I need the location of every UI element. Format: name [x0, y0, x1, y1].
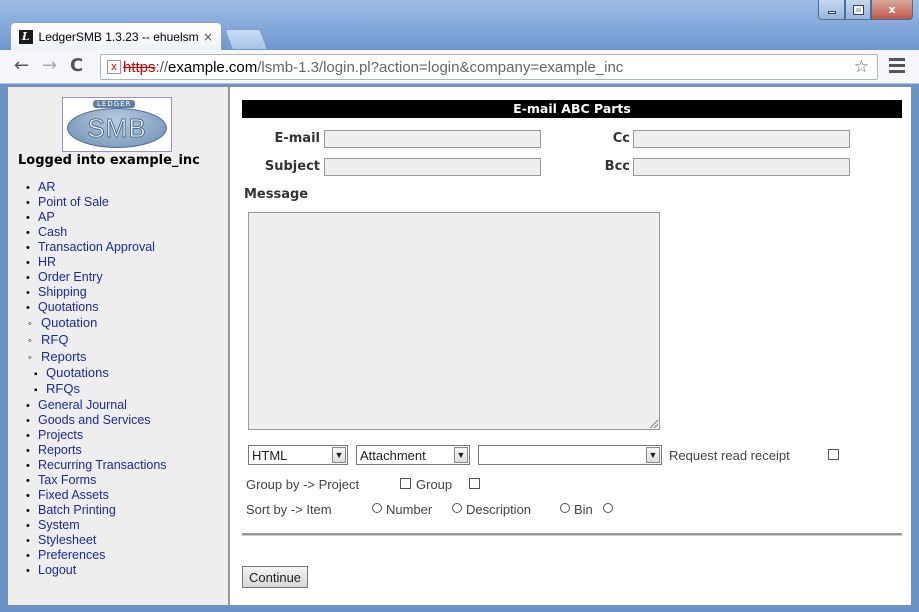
sidebar-item-reports[interactable]: Reports — [26, 349, 167, 366]
sort-description-label: Description — [466, 502, 532, 517]
address-bar[interactable]: x https://example.com/lsmb-1.3/login.pl?… — [100, 54, 878, 80]
dropdown-arrow-icon[interactable]: ▼ — [332, 447, 346, 463]
format-select-value: HTML — [252, 447, 288, 463]
window-close-button[interactable]: x — [871, 0, 913, 20]
sidebar-item-order-entry[interactable]: Order Entry — [26, 270, 167, 285]
bcc-field[interactable] — [633, 158, 850, 176]
url-scheme: https — [123, 58, 156, 76]
sidebar-item-point-of-sale[interactable]: Point of Sale — [26, 195, 167, 210]
continue-button[interactable]: Continue — [242, 566, 309, 588]
attachment-select-value: Attachment — [360, 447, 426, 463]
browser-titlebar: L LedgerSMB 1.3.23 -- ehuelsm × x — [0, 0, 919, 50]
read-receipt-checkbox[interactable] — [828, 449, 839, 460]
sidebar-item-transaction-approval[interactable]: Transaction Approval — [26, 240, 167, 255]
sidebar-item-stylesheet[interactable]: Stylesheet — [26, 533, 167, 548]
ledgersmb-favicon-icon: L — [19, 29, 33, 44]
sidebar-item-general-journal[interactable]: General Journal — [26, 398, 167, 413]
sidebar-item-rfq[interactable]: RFQ — [26, 332, 167, 349]
sidebar-item-recurring-transactions[interactable]: Recurring Transactions — [26, 458, 167, 473]
bcc-label: Bcc — [604, 159, 630, 174]
logo-top-text: LEDGER — [93, 100, 136, 108]
page-title: E-mail ABC Parts — [242, 100, 902, 118]
tab-title: LedgerSMB 1.3.23 -- ehuelsm — [38, 29, 199, 44]
sidebar-item-tax-forms[interactable]: Tax Forms — [26, 473, 167, 488]
minimize-icon — [827, 11, 836, 14]
format-select[interactable]: HTML ▼ — [248, 445, 348, 465]
sidebar: LEDGER SMB Logged into example_inc ARPoi… — [8, 87, 230, 605]
group-by-project-checkbox[interactable] — [400, 478, 411, 489]
window-minimize-button[interactable] — [818, 0, 845, 20]
cc-label: Cc — [612, 131, 630, 146]
divider — [242, 533, 902, 536]
message-textarea[interactable] — [248, 212, 660, 430]
tab-close-icon[interactable]: × — [203, 30, 213, 44]
message-label: Message — [244, 187, 309, 202]
sort-item-radio[interactable] — [372, 503, 382, 513]
window-maximize-button[interactable] — [845, 0, 871, 20]
sort-description-radio[interactable] — [560, 503, 570, 513]
sidebar-item-system[interactable]: System — [26, 518, 167, 533]
back-arrow-icon[interactable]: ← — [14, 56, 29, 76]
reload-icon[interactable]: C — [70, 56, 83, 76]
language-select[interactable]: ▼ — [478, 445, 662, 465]
group-label: Group — [416, 477, 453, 492]
sidebar-item-batch-printing[interactable]: Batch Printing — [26, 503, 167, 518]
url-path: /lsmb-1.3/login.pl?action=login&company=… — [257, 58, 624, 76]
sidebar-item-logout[interactable]: Logout — [26, 563, 167, 578]
sort-number-radio[interactable] — [452, 503, 462, 513]
sidebar-item-projects[interactable]: Projects — [26, 428, 167, 443]
main-content: E-mail ABC Parts E-mail Cc Subject Bcc M… — [230, 87, 911, 605]
logged-in-text: Logged into example_inc — [18, 153, 200, 168]
sidebar-item-fixed-assets[interactable]: Fixed Assets — [26, 488, 167, 503]
cc-field[interactable] — [633, 130, 850, 148]
forward-arrow-icon[interactable]: → — [42, 56, 57, 76]
sidebar-item-cash[interactable]: Cash — [26, 225, 167, 240]
group-by-label: Group by -> Project — [246, 477, 360, 492]
sidebar-item-rfqs[interactable]: RFQs — [26, 382, 167, 398]
sidebar-item-shipping[interactable]: Shipping — [26, 285, 167, 300]
url-host: example.com — [168, 58, 258, 76]
read-receipt-label: Request read receipt — [669, 448, 790, 463]
sort-number-label: Number — [386, 502, 433, 517]
sidebar-item-quotation[interactable]: Quotation — [26, 315, 167, 332]
email-label: E-mail — [274, 131, 320, 146]
sidebar-item-preferences[interactable]: Preferences — [26, 548, 167, 563]
sidebar-item-quotations[interactable]: Quotations — [26, 366, 167, 382]
sort-bin-label: Bin — [574, 502, 593, 517]
sidebar-item-goods-and-services[interactable]: Goods and Services — [26, 413, 167, 428]
bookmark-star-icon[interactable]: ☆ — [854, 57, 869, 77]
sort-by-label: Sort by -> Item — [246, 502, 332, 517]
maximize-icon — [852, 4, 864, 15]
sidebar-item-ap[interactable]: AP — [26, 210, 167, 225]
sidebar-item-reports[interactable]: Reports — [26, 443, 167, 458]
logo-oval: SMB — [67, 108, 167, 148]
new-tab-button[interactable] — [224, 29, 268, 49]
sidebar-item-hr[interactable]: HR — [26, 255, 167, 270]
ledgersmb-logo: LEDGER SMB — [62, 97, 172, 152]
sidebar-item-quotations[interactable]: Quotations — [26, 300, 167, 315]
subject-label: Subject — [264, 159, 320, 174]
page-viewport: LEDGER SMB Logged into example_inc ARPoi… — [7, 86, 912, 606]
group-checkbox[interactable] — [469, 478, 480, 489]
dropdown-arrow-icon[interactable]: ▼ — [454, 447, 468, 463]
sidebar-menu: ARPoint of SaleAPCashTransaction Approva… — [26, 180, 167, 578]
resize-grip-icon[interactable] — [650, 420, 658, 428]
subject-field[interactable] — [324, 158, 541, 176]
sidebar-item-ar[interactable]: AR — [26, 180, 167, 195]
attachment-select[interactable]: Attachment ▼ — [356, 445, 470, 465]
browser-tab[interactable]: L LedgerSMB 1.3.23 -- ehuelsm × — [10, 22, 222, 50]
browser-toolbar: ← → C x https://example.com/lsmb-1.3/log… — [0, 50, 919, 84]
dropdown-arrow-icon[interactable]: ▼ — [646, 447, 660, 463]
insecure-lock-icon[interactable]: x — [107, 60, 121, 74]
email-field[interactable] — [324, 130, 541, 148]
sort-bin-radio[interactable] — [603, 503, 613, 513]
url-separator: :// — [155, 58, 169, 76]
browser-menu-icon[interactable] — [889, 58, 905, 76]
